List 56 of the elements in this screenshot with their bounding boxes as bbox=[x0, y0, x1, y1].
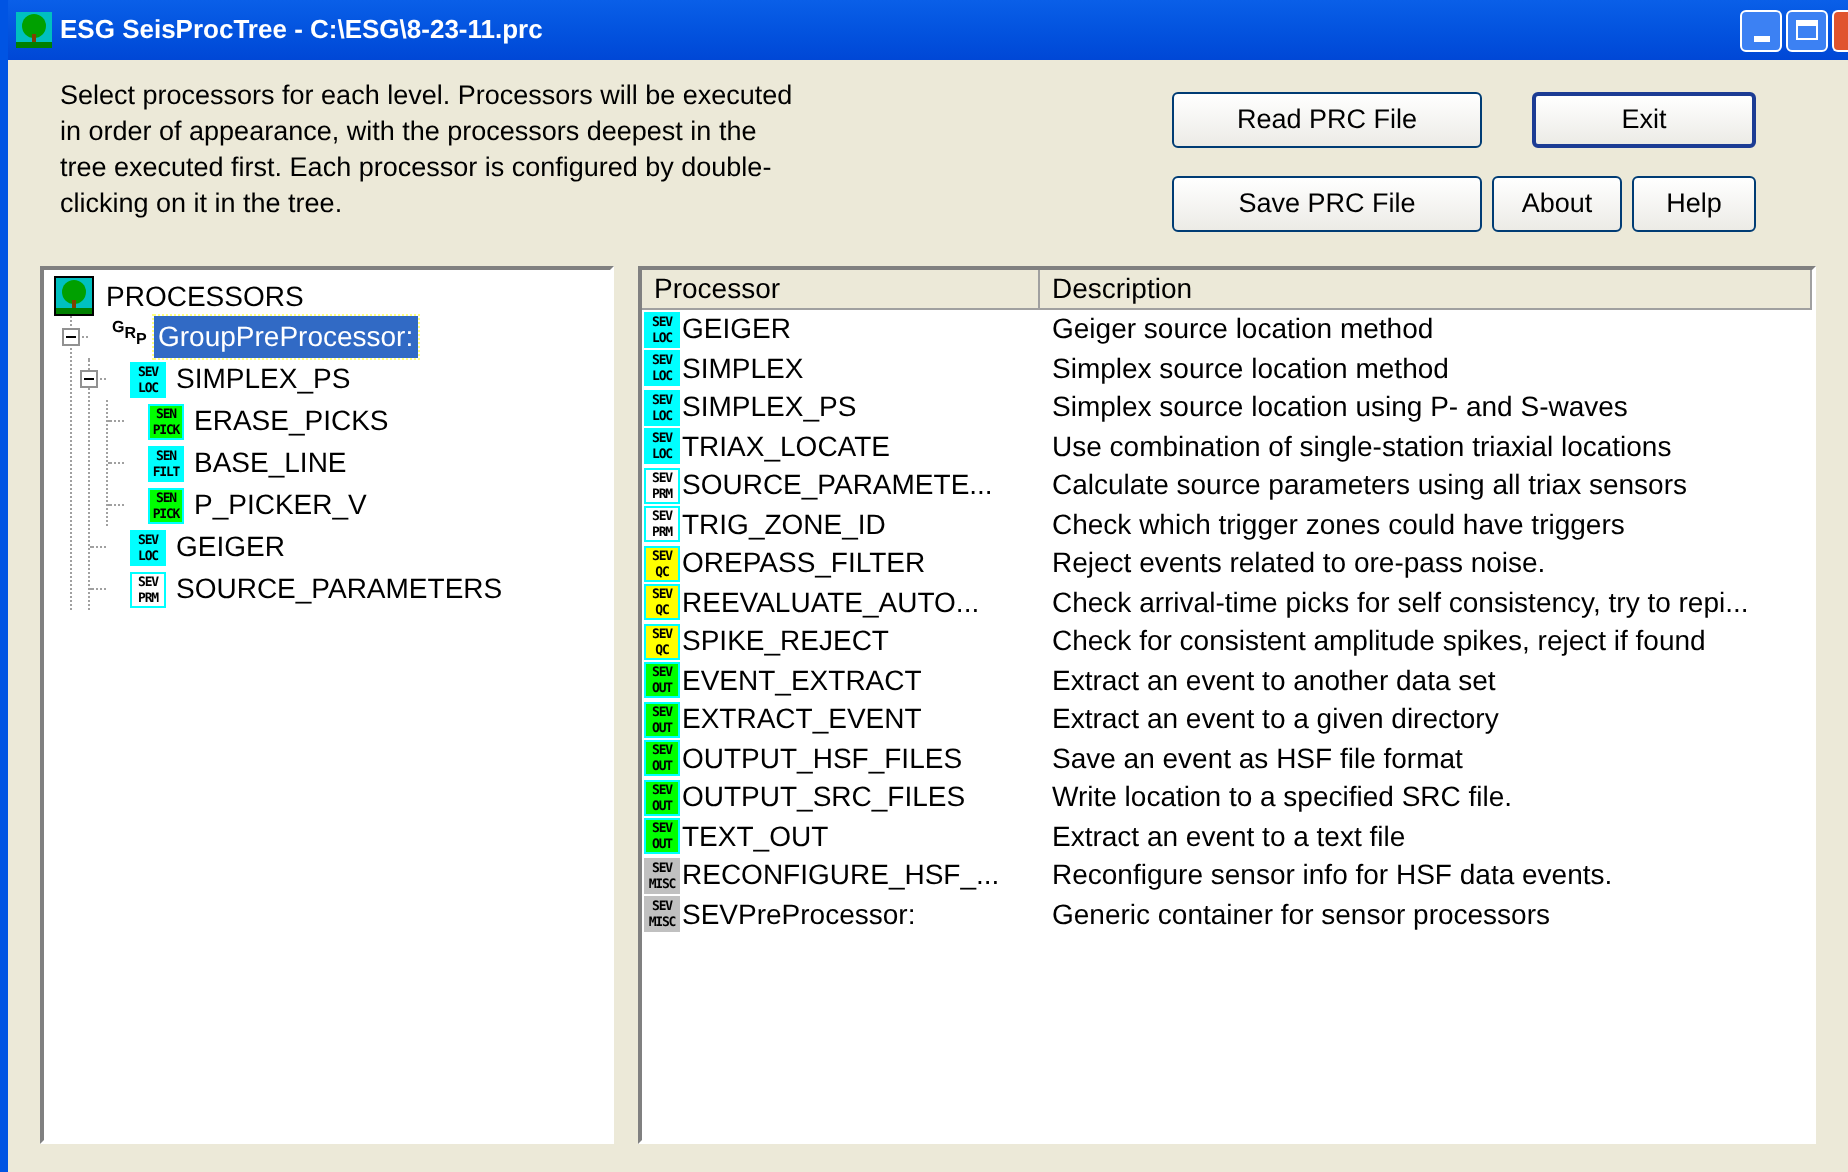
tree-item[interactable]: BASE_LINE bbox=[190, 442, 351, 484]
tree-item[interactable]: SIMPLEX_PS bbox=[172, 358, 355, 400]
maximize-button[interactable] bbox=[1786, 9, 1828, 51]
description-cell-text: Save an event as HSF file format bbox=[1050, 739, 1463, 778]
tree-item[interactable]: GEIGER bbox=[172, 526, 289, 568]
description-cell-text: Generic container for sensor processors bbox=[1050, 895, 1550, 934]
description-cell-text: Calculate source parameters using all triax sensors bbox=[1050, 466, 1687, 505]
collapse-icon[interactable] bbox=[80, 370, 98, 388]
description-cell-text: Reconfigure sensor info for HSF data events. bbox=[1050, 856, 1613, 895]
description-cell-text: Check arrival-time picks for self consistency, try to repi... bbox=[1050, 583, 1749, 622]
processor-name[interactable]: RECONFIGURE_HSF_... bbox=[682, 854, 1000, 897]
processor-name[interactable]: SPIKE_REJECT bbox=[682, 620, 889, 663]
processor-name[interactable]: OREPASS_FILTER bbox=[682, 542, 926, 585]
button[interactable]: Exit bbox=[1532, 92, 1756, 148]
processor-name[interactable]: OUTPUT_HSF_FILES bbox=[682, 737, 963, 780]
processor-name[interactable]: REEVALUATE_AUTO... bbox=[682, 581, 980, 624]
description-cell-text: Extract an event to another data set bbox=[1050, 661, 1496, 700]
minimize-button[interactable] bbox=[1740, 9, 1782, 51]
description-cell-text: Write location to a specified SRC file. bbox=[1050, 778, 1513, 817]
window-title: ESG SeisProcTree - C:\ESG\8-23-11.prc bbox=[60, 12, 543, 49]
instructions-text: Select processors for each level. Processors will be executed in order of appearance, with the processors deepest in the tree executed first. Each processor is configured by double-clicking on it in the tree. bbox=[60, 78, 795, 222]
processor-name[interactable]: TRIAX_LOCATE bbox=[682, 425, 890, 468]
processor-name[interactable]: TEXT_OUT bbox=[682, 815, 829, 858]
processor-name[interactable]: OUTPUT_SRC_FILES bbox=[682, 776, 966, 819]
tree-item[interactable]: ERASE_PICKS bbox=[190, 400, 393, 442]
column-header[interactable]: Processor bbox=[642, 270, 1040, 310]
button[interactable]: Save PRC File bbox=[1172, 176, 1482, 232]
tree-icon bbox=[16, 12, 52, 48]
processor-name[interactable]: GEIGER bbox=[682, 308, 791, 351]
collapse-icon[interactable] bbox=[62, 328, 80, 346]
processor-name[interactable]: SEVPreProcessor: bbox=[682, 893, 916, 936]
button[interactable]: Help bbox=[1632, 176, 1756, 232]
description-cell-text: Simplex source location method bbox=[1050, 349, 1449, 388]
description-cell-text: Reject events related to ore-pass noise. bbox=[1050, 544, 1546, 583]
description-cell-text: Extract an event to a text file bbox=[1050, 817, 1406, 856]
processor-name[interactable]: EXTRACT_EVENT bbox=[682, 698, 922, 741]
processor-name[interactable]: SIMPLEX_PS bbox=[682, 386, 857, 429]
tree-item[interactable]: P_PICKER_V bbox=[190, 484, 371, 526]
tree-item[interactable]: GroupPreProcessor: bbox=[154, 316, 418, 358]
tree-icon bbox=[54, 276, 94, 316]
description-cell-text: Simplex source location using P- and S-waves bbox=[1050, 388, 1628, 427]
processor-name[interactable]: EVENT_EXTRACT bbox=[682, 659, 922, 702]
button[interactable]: Read PRC File bbox=[1172, 92, 1482, 148]
processor-name[interactable]: SIMPLEX bbox=[682, 347, 804, 390]
description-cell-text: Extract an event to a given directory bbox=[1050, 700, 1499, 739]
description-cell-text: Use combination of single-station triaxial locations bbox=[1050, 427, 1672, 466]
processor-name[interactable]: TRIG_ZONE_ID bbox=[682, 503, 886, 546]
description-cell-text: Check which trigger zones could have triggers bbox=[1050, 505, 1625, 544]
button[interactable]: About bbox=[1492, 176, 1622, 232]
tree-item[interactable]: SOURCE_PARAMETERS bbox=[172, 568, 507, 610]
column-header[interactable]: Description bbox=[1040, 270, 1812, 310]
description-cell-text: Check for consistent amplitude spikes, reject if found bbox=[1050, 622, 1706, 661]
group-icon: GRP bbox=[112, 319, 148, 355]
description-cell-text: Geiger source location method bbox=[1050, 310, 1434, 349]
tree-root[interactable]: PROCESSORS bbox=[106, 275, 304, 317]
processor-name[interactable]: SOURCE_PARAMETE... bbox=[682, 464, 993, 507]
